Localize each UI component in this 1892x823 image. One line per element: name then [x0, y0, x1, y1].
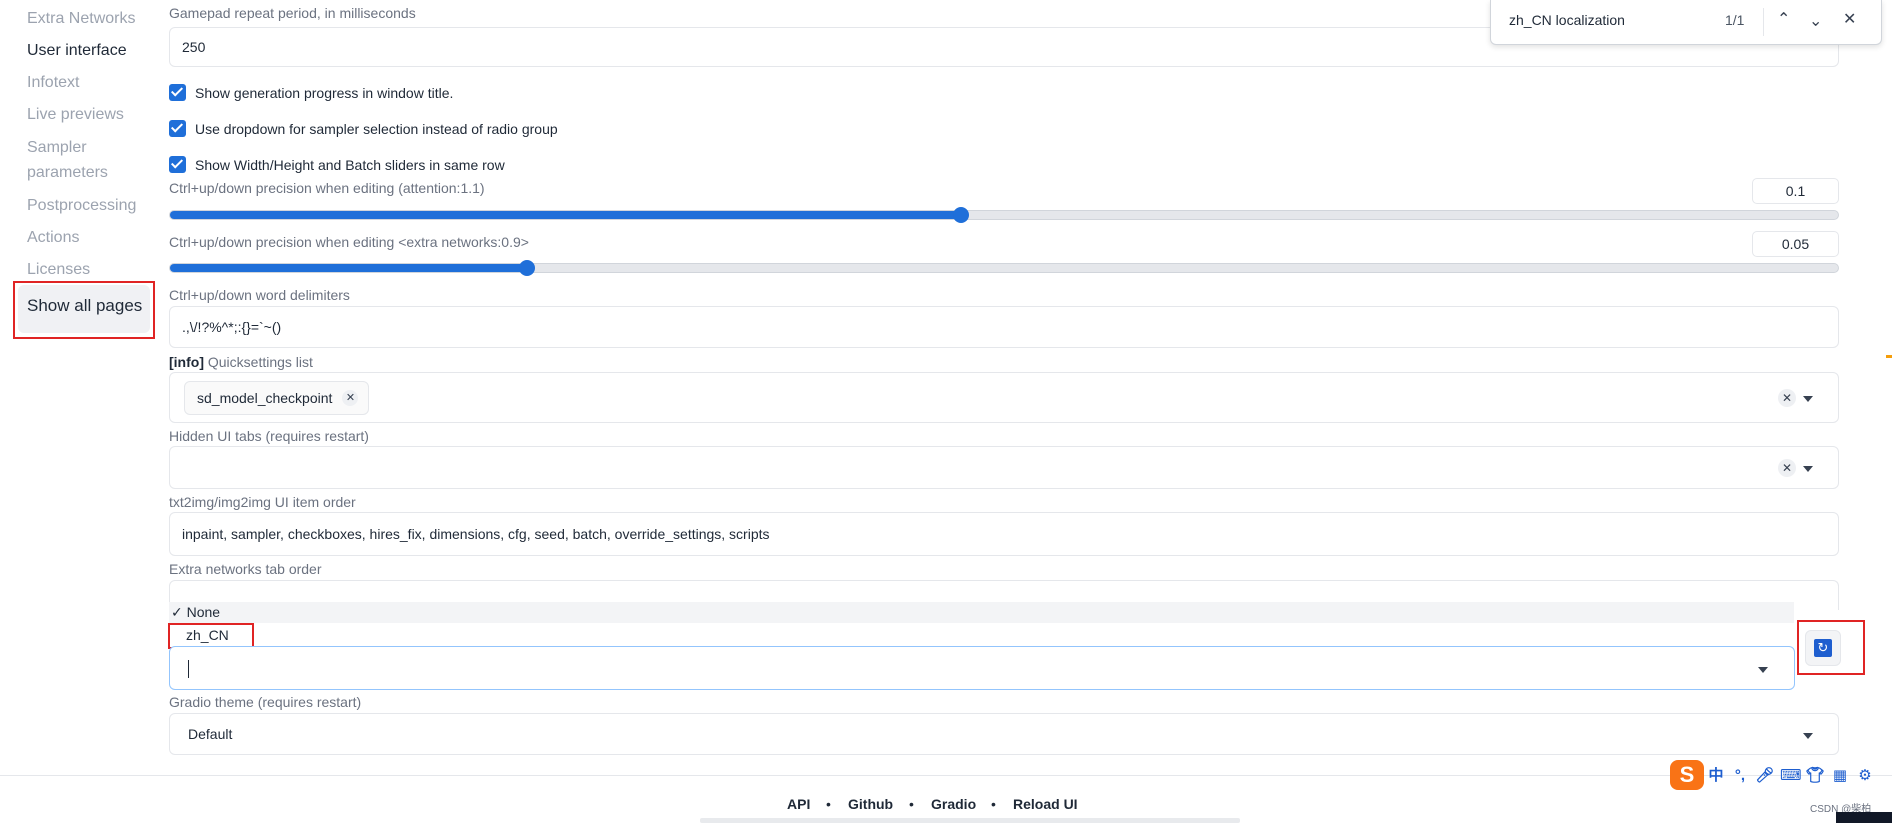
quicksettings-multiselect[interactable]: sd_model_checkpoint ✕ ✕	[169, 372, 1839, 423]
highlight-refresh	[1797, 620, 1865, 675]
find-bar: zh_CN localization 1/1 ⌃ ⌃ ✕	[1490, 0, 1882, 45]
checkbox-progress-title-label: Show generation progress in window title…	[195, 85, 454, 101]
corner-bar	[1836, 812, 1892, 823]
attention-slider[interactable]	[169, 207, 1839, 223]
gradio-theme-label: Gradio theme (requires restart)	[169, 694, 362, 710]
chevron-down-icon[interactable]	[1803, 733, 1813, 739]
clear-icon[interactable]: ✕	[1778, 459, 1796, 477]
microphone-icon[interactable]: 🎤︎	[1755, 766, 1775, 786]
sidebar-item-licenses[interactable]: Licenses	[27, 257, 90, 282]
text-cursor	[188, 660, 189, 678]
skin-shirt-icon[interactable]: 👕︎	[1805, 766, 1825, 786]
checkbox-sampler-dropdown[interactable]	[169, 120, 186, 137]
dropdown-option-none[interactable]: ✓ None	[169, 602, 1794, 623]
hidden-tabs-multiselect[interactable]: ✕	[169, 446, 1839, 489]
attention-number[interactable]: 0.1	[1752, 178, 1839, 204]
extra-networks-slider[interactable]	[169, 260, 1839, 276]
checkbox-sliders-same-row-label: Show Width/Height and Batch sliders in s…	[195, 157, 505, 173]
sidebar-item-live-previews[interactable]: Live previews	[27, 102, 124, 127]
footer-link-reload-ui[interactable]: Reload UI	[1013, 796, 1078, 812]
find-divider	[1763, 8, 1764, 36]
attention-slider-fill	[170, 211, 961, 219]
checkbox-progress-title[interactable]	[169, 84, 186, 101]
highlight-show-all	[13, 281, 155, 339]
sogou-ime-icon[interactable]: S	[1670, 760, 1704, 790]
ime-punctuation-icon[interactable]: °,	[1730, 766, 1750, 786]
chip-remove-icon[interactable]: ✕	[342, 390, 359, 406]
sidebar-item-extra-networks[interactable]: Extra Networks	[27, 6, 135, 31]
chevron-down-icon[interactable]	[1758, 667, 1768, 673]
item-order-input[interactable]: inpaint, sampler, checkboxes, hires_fix,…	[169, 512, 1839, 556]
sidebar-item-postprocessing[interactable]: Postprocessing	[27, 193, 136, 218]
extra-networks-precision-label: Ctrl+up/down precision when editing <ext…	[169, 234, 529, 250]
sidebar-item-infotext[interactable]: Infotext	[27, 70, 79, 95]
footer-divider	[0, 775, 1892, 776]
clear-icon[interactable]: ✕	[1778, 389, 1796, 407]
delimiters-label: Ctrl+up/down word delimiters	[169, 287, 350, 303]
checkbox-sliders-same-row[interactable]	[169, 156, 186, 173]
footer-separator: •	[826, 796, 831, 812]
find-count: 1/1	[1725, 12, 1745, 28]
hidden-tabs-label: Hidden UI tabs (requires restart)	[169, 428, 369, 444]
footer-separator: •	[991, 796, 996, 812]
tab-order-label: Extra networks tab order	[169, 561, 322, 577]
toolbox-icon[interactable]: ▦	[1830, 766, 1850, 786]
footer-separator: •	[909, 796, 914, 812]
version-info-cutoff	[700, 818, 1240, 823]
footer-link-api[interactable]: API	[787, 796, 810, 812]
attention-label: Ctrl+up/down precision when editing (att…	[169, 180, 485, 196]
checkbox-sampler-dropdown-label: Use dropdown for sampler selection inste…	[195, 121, 558, 137]
localization-dropdown[interactable]	[169, 646, 1795, 690]
settings-gear-icon[interactable]: ⚙	[1855, 766, 1875, 786]
chevron-up-icon[interactable]: ⌃	[1777, 9, 1790, 29]
extra-networks-slider-fill	[170, 264, 527, 272]
quicksettings-label: [info] Quicksettings list	[169, 354, 313, 370]
chevron-down-icon[interactable]: ⌃	[1809, 9, 1822, 29]
scroll-marker[interactable]	[1886, 355, 1892, 358]
footer-link-github[interactable]: Github	[848, 796, 893, 812]
gamepad-label: Gamepad repeat period, in milliseconds	[169, 5, 416, 21]
close-icon[interactable]: ✕	[1843, 9, 1856, 29]
info-tag: [info]	[169, 354, 204, 370]
sidebar-item-user-interface[interactable]: User interface	[27, 38, 127, 63]
gradio-theme-dropdown[interactable]: Default	[169, 713, 1839, 755]
chevron-down-icon[interactable]	[1803, 466, 1813, 472]
attention-slider-handle[interactable]	[952, 207, 969, 223]
ime-chinese-mode-icon[interactable]: 中	[1706, 766, 1726, 786]
chip-sd-model-checkpoint: sd_model_checkpoint ✕	[184, 381, 370, 415]
item-order-label: txt2img/img2img UI item order	[169, 494, 356, 510]
delimiters-input[interactable]: .,\/!?%^*;:{}=`~()	[169, 306, 1839, 348]
find-query[interactable]: zh_CN localization	[1509, 12, 1625, 28]
sidebar-item-actions[interactable]: Actions	[27, 225, 79, 250]
extra-networks-slider-handle[interactable]	[518, 260, 535, 276]
dropdown-option-zh-cn[interactable]: zh_CN	[169, 623, 1794, 647]
keyboard-icon[interactable]: ⌨	[1780, 766, 1802, 786]
sidebar-item-sampler-parameters[interactable]: Sampler parameters	[27, 135, 108, 185]
footer-link-gradio[interactable]: Gradio	[931, 796, 976, 812]
extra-networks-number[interactable]: 0.05	[1752, 231, 1839, 257]
chevron-down-icon[interactable]	[1803, 396, 1813, 402]
